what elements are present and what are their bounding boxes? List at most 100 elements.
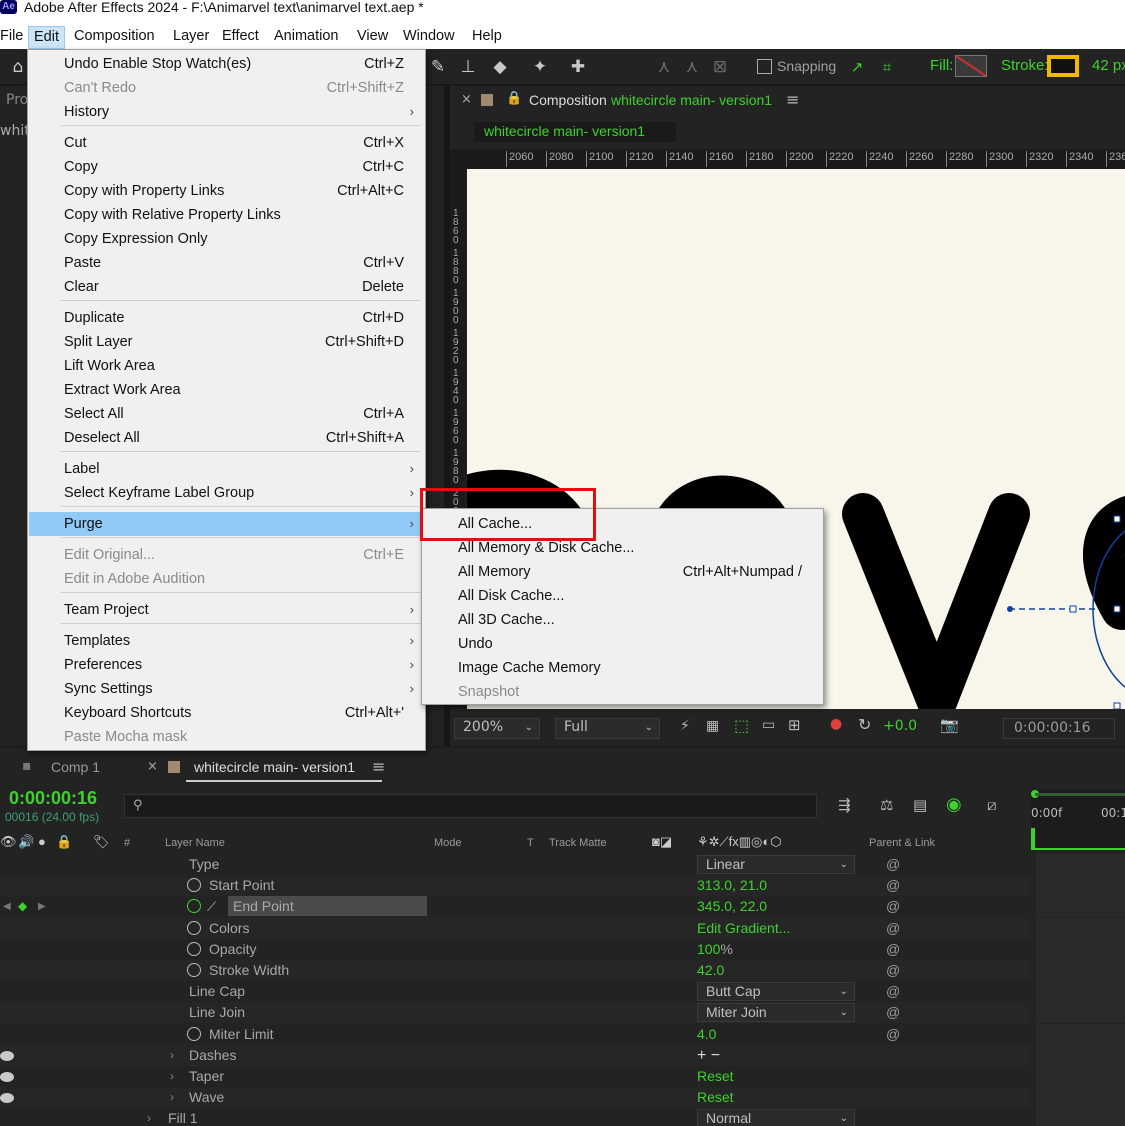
lock-layer-icon[interactable]: 🔒 [56, 834, 72, 850]
stroke-swatch[interactable] [1047, 55, 1079, 77]
twirl-arrow-icon[interactable]: › [147, 1108, 151, 1126]
reset-exposure-icon[interactable]: ↻ [858, 715, 871, 734]
axis-local-icon[interactable]: ⋏ [652, 55, 676, 79]
visibility-eye-icon[interactable] [0, 1050, 14, 1061]
purge-menu-item-all-memory[interactable]: All Memory Ctrl+Alt+Numpad / [423, 560, 822, 584]
comp-tab-prefix[interactable]: Composition [529, 92, 607, 108]
menu-file[interactable]: File [0, 26, 23, 49]
edit-menu-item-select-keyframe-label-group[interactable]: Select Keyframe Label Group › [29, 481, 424, 505]
edit-menu-item-lift-work-area[interactable]: Lift Work Area [29, 354, 424, 378]
eraser-icon[interactable]: ◆ [488, 55, 512, 79]
menu-composition[interactable]: Composition [74, 26, 155, 49]
visibility-eye-icon[interactable] [0, 1093, 14, 1104]
viewer-timecode[interactable]: 0:00:00:16 [1003, 718, 1115, 739]
timeline-track[interactable] [1036, 960, 1125, 981]
snapshot-icon[interactable]: 📷 [940, 716, 959, 734]
stopwatch-icon[interactable] [187, 963, 201, 977]
edit-menu-item-preferences[interactable]: Preferences › [29, 653, 424, 677]
stopwatch-icon[interactable] [187, 878, 201, 893]
timeline-track[interactable] [1036, 938, 1125, 960]
property-value[interactable]: 42.0 [697, 960, 724, 981]
menu-view[interactable]: View [357, 26, 388, 49]
property-row[interactable]: Miter Limit 4.0 @ [0, 1023, 1030, 1045]
time-ruler[interactable]: 0:00f 00:1 [1031, 790, 1125, 850]
close-tab-icon[interactable]: × [461, 92, 472, 107]
zoom-dropdown[interactable]: 200% ⌄ [454, 718, 540, 739]
timeline-track[interactable] [1036, 1044, 1125, 1066]
edit-menu-item-team-project[interactable]: Team Project › [29, 598, 424, 622]
resolution-dropdown[interactable]: Full ⌄ [555, 718, 660, 739]
visibility-eye-icon[interactable] [0, 1072, 14, 1082]
close-timeline-tab-icon[interactable]: × [147, 759, 158, 774]
timeline-track[interactable] [1036, 854, 1125, 875]
draft-3d-icon[interactable]: ⚖ [880, 796, 893, 814]
edit-menu-item-copy-expression-only[interactable]: Copy Expression Only [29, 227, 424, 251]
twirl-arrow-icon[interactable]: › [170, 1045, 174, 1066]
property-row[interactable]: Type Linear ⌄ @ [0, 854, 1030, 875]
transparency-grid-icon[interactable]: ▦ [706, 718, 719, 734]
timeline-track[interactable] [1036, 1087, 1125, 1109]
layer-switches-icons[interactable]: ⚘✲⟋fx▥◎◐⬡ [697, 834, 782, 850]
edit-menu-item-purge[interactable]: Purge › [29, 512, 424, 536]
comp-tab-name[interactable]: whitecircle main- version1 [611, 92, 772, 108]
composition-flowchart-icon[interactable]: ⇶ [838, 796, 851, 814]
mask-path-icon[interactable]: ⬚ [734, 716, 749, 735]
clone-stamp-icon[interactable]: ⊥ [456, 55, 480, 79]
edit-menu-item-extract-work-area[interactable]: Extract Work Area [29, 378, 424, 402]
work-area-bar[interactable] [1035, 793, 1125, 796]
purge-menu-item-all-3d-cache[interactable]: All 3D Cache... [423, 608, 822, 632]
search-input[interactable]: ⚲ [124, 794, 817, 818]
timeline-track[interactable] [1036, 917, 1125, 939]
property-row[interactable]: Line Join Miter Join ⌄ @ [0, 1002, 1030, 1024]
panel-menu-icon[interactable]: ≡ [786, 90, 799, 109]
motion-blur-icon[interactable]: ◉ [946, 794, 962, 815]
edit-menu-item-copy[interactable]: Copy Ctrl+C [29, 155, 424, 179]
edit-menu-item-cut[interactable]: Cut Ctrl+X [29, 131, 424, 155]
edit-menu-item-clear[interactable]: Clear Delete [29, 275, 424, 299]
current-timecode[interactable]: 0:00:00:16 [9, 788, 97, 809]
pick-whip-icon[interactable]: @ [886, 939, 900, 960]
col-layer-name[interactable]: Layer Name [165, 837, 225, 849]
timeline-menu-icon[interactable]: ≡ [372, 757, 385, 776]
roto-brush-icon[interactable]: ✦ [528, 55, 552, 79]
add-remove-buttons[interactable]: + − [697, 1045, 720, 1066]
stopwatch-icon[interactable] [187, 1026, 201, 1041]
purge-menu-item-undo[interactable]: Undo [423, 632, 822, 656]
menu-effect[interactable]: Effect [222, 26, 259, 49]
edit-menu-item-templates[interactable]: Templates › [29, 629, 424, 653]
property-value[interactable]: 4.0 [697, 1024, 716, 1045]
pick-whip-icon[interactable]: @ [886, 875, 900, 896]
pick-whip-icon[interactable]: @ [886, 896, 900, 917]
property-value[interactable]: 345.0, 22.0 [697, 896, 767, 917]
solo-icon[interactable]: ● [38, 834, 46, 849]
twirl-arrow-icon[interactable]: › [170, 1066, 174, 1087]
property-row[interactable]: › Taper Reset [0, 1066, 1030, 1087]
fill-swatch[interactable] [955, 55, 987, 77]
prev-keyframe-icon[interactable]: ◀ [3, 896, 11, 917]
property-dropdown[interactable]: Miter Join ⌄ [697, 1003, 855, 1023]
property-row[interactable]: › Dashes + − [0, 1044, 1030, 1066]
edit-menu-item-duplicate[interactable]: Duplicate Ctrl+D [29, 306, 424, 330]
edit-menu-item-history[interactable]: History › [29, 100, 424, 124]
property-row[interactable]: Line Cap Butt Cap ⌄ @ [0, 981, 1030, 1003]
edit-menu-item-split-layer[interactable]: Split Layer Ctrl+Shift+D [29, 330, 424, 354]
playhead[interactable] [1031, 828, 1035, 850]
pick-whip-icon[interactable]: @ [886, 1024, 900, 1045]
snapping-checkbox[interactable] [757, 59, 772, 74]
menu-edit[interactable]: Edit [28, 26, 65, 49]
timeline-track[interactable] [1036, 1023, 1125, 1045]
menu-window[interactable]: Window [403, 26, 455, 49]
timeline-track[interactable] [1036, 875, 1125, 897]
menu-layer[interactable]: Layer [173, 26, 209, 49]
guides-icon[interactable]: ⊞ [788, 716, 801, 734]
edit-menu-item-paste[interactable]: Paste Ctrl+V [29, 251, 424, 275]
graph-icon[interactable]: ⟋ [207, 896, 216, 917]
property-row[interactable]: Colors Edit Gradient... @ [0, 917, 1030, 939]
timeline-track[interactable] [1036, 981, 1125, 1003]
axis-world-icon[interactable]: ⋏ [680, 55, 704, 79]
stopwatch-icon[interactable] [187, 920, 201, 935]
edit-menu-item-keyboard-shortcuts[interactable]: Keyboard Shortcuts Ctrl+Alt+' [29, 701, 424, 725]
property-value[interactable]: Reset [697, 1087, 734, 1108]
timeline-track[interactable] [1036, 1066, 1125, 1087]
project-item[interactable]: whit [0, 123, 30, 139]
